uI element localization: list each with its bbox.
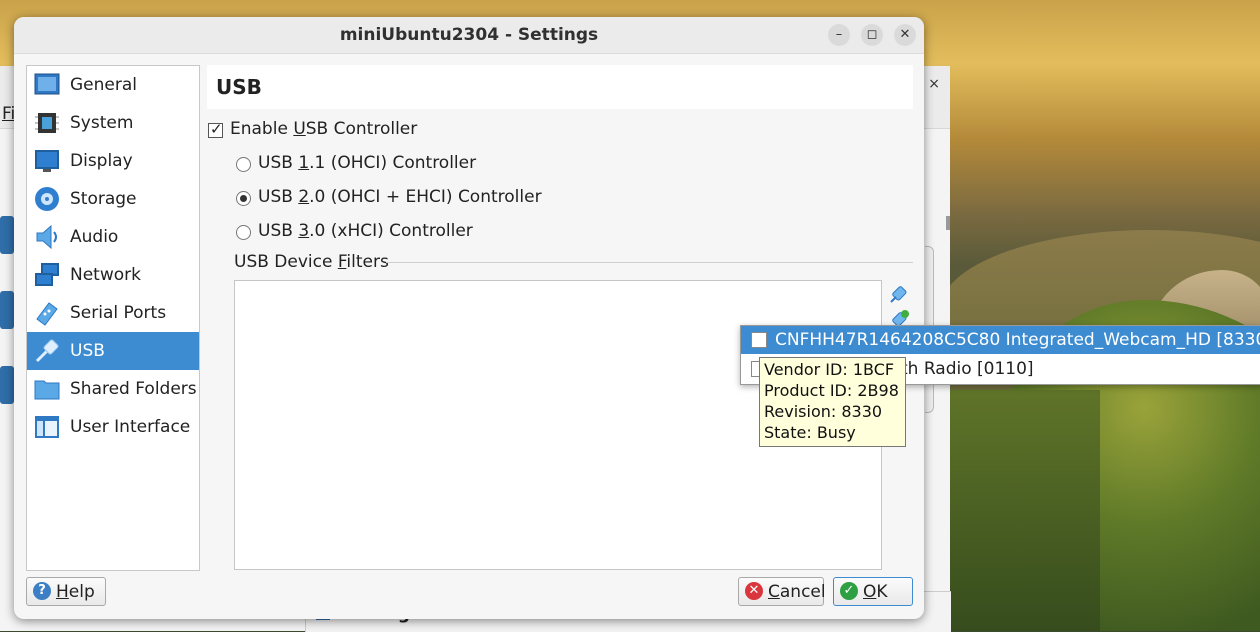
background-vm-item[interactable] <box>0 216 14 254</box>
general-icon <box>34 73 60 95</box>
help-icon: ? <box>33 582 51 600</box>
nav-item-serial-ports[interactable]: Serial Ports <box>27 294 199 332</box>
background-close-icon[interactable]: × <box>928 76 940 92</box>
ok-button[interactable]: ✓ OK <box>833 577 913 606</box>
cancel-icon: ✕ <box>745 582 763 600</box>
mnemonic: 2 <box>298 187 310 207</box>
help-button[interactable]: ? Help <box>26 577 106 606</box>
serial-port-icon <box>36 302 58 326</box>
checkmark-icon: ✓ <box>210 120 223 138</box>
label-text: .0 (xHCI) Controller <box>309 221 473 241</box>
label-text: USB Device <box>234 252 338 272</box>
label-text: .1 (OHCI) Controller <box>309 153 477 173</box>
usb1-label[interactable]: USB 1.1 (OHCI) Controller <box>258 153 476 173</box>
tooltip-product-id: Product ID: 2B98 <box>764 381 899 400</box>
menu-item-webcam[interactable]: CNFHH47R1464208C5C80 Integrated_Webcam_H… <box>741 326 1260 354</box>
label-text: USB <box>258 153 299 173</box>
nav-item-network[interactable]: Network <box>27 256 199 294</box>
menu-item-checkbox[interactable] <box>751 332 767 348</box>
mnemonic: 1 <box>298 153 310 173</box>
nav-item-label: Audio <box>70 227 119 247</box>
usb-device-filters-label: USB Device Filters <box>234 252 389 272</box>
mnemonic: 3 <box>298 221 310 241</box>
menu-item-label: th Radio [0110] <box>901 359 1034 379</box>
help-label: Help <box>56 582 95 602</box>
ok-check-icon: ✓ <box>840 582 858 600</box>
enable-usb-label[interactable]: Enable USB Controller <box>230 119 417 139</box>
disk-icon <box>35 187 59 211</box>
nav-item-label: Network <box>70 265 141 285</box>
nav-item-label: Shared Folders <box>70 379 197 399</box>
usb2-label[interactable]: USB 2.0 (OHCI + EHCI) Controller <box>258 187 542 207</box>
background-vm-item[interactable] <box>0 291 14 329</box>
settings-dialog: miniUbuntu2304 - Settings – ◻ ✕ General … <box>14 17 924 619</box>
label-text: USB <box>258 221 299 241</box>
mnemonic: U <box>293 119 306 139</box>
tooltip-revision: Revision: 8330 <box>764 402 883 421</box>
nav-item-storage[interactable]: Storage <box>27 180 199 218</box>
maximize-icon[interactable]: ◻ <box>861 24 883 46</box>
speaker-icon <box>36 224 57 250</box>
mnemonic: C <box>768 582 780 602</box>
network-icon <box>35 263 59 286</box>
wallpaper-foreground <box>940 390 1100 631</box>
close-icon[interactable]: ✕ <box>894 24 916 46</box>
label-text: .0 (OHCI + EHCI) Controller <box>309 187 542 207</box>
section-divider <box>386 262 913 263</box>
nav-item-label: General <box>70 75 137 95</box>
usb3-radio[interactable] <box>236 225 251 240</box>
nav-item-user-interface[interactable]: User Interface <box>27 408 199 446</box>
label-text: ilters <box>346 252 389 272</box>
usb1-radio[interactable] <box>236 157 251 172</box>
page-title: USB <box>216 75 262 99</box>
nav-item-shared-folders[interactable]: Shared Folders <box>27 370 199 408</box>
window-icon <box>35 416 59 438</box>
label-text: SB Controller <box>305 119 418 139</box>
background-vm-item[interactable] <box>0 366 14 404</box>
tooltip-vendor-id: Vendor ID: 1BCF <box>764 360 895 379</box>
label-text: ancel <box>779 582 826 602</box>
background-scrollbar[interactable] <box>946 216 950 230</box>
mnemonic: H <box>56 582 69 602</box>
nav-item-label: Storage <box>70 189 137 209</box>
settings-navigation: General System Display Storage Audio Net… <box>26 65 200 571</box>
ok-label: OK <box>863 582 888 602</box>
nav-item-usb[interactable]: USB <box>27 332 199 370</box>
nav-item-system[interactable]: System <box>27 104 199 142</box>
menu-item-label: CNFHH47R1464208C5C80 Integrated_Webcam_H… <box>775 330 1260 350</box>
usb2-radio[interactable] <box>236 191 251 206</box>
folder-icon <box>34 380 60 400</box>
monitor-icon <box>35 150 59 172</box>
tooltip-state: State: Busy <box>764 423 856 442</box>
device-tooltip: Vendor ID: 1BCF Product ID: 2B98 Revisio… <box>759 357 906 447</box>
nav-item-label: Serial Ports <box>70 303 167 323</box>
nav-item-label: System <box>70 113 134 133</box>
nav-item-label: User Interface <box>70 417 191 437</box>
nav-item-display[interactable]: Display <box>27 142 199 180</box>
usb3-label[interactable]: USB 3.0 (xHCI) Controller <box>258 221 473 241</box>
nav-item-general[interactable]: General <box>27 66 199 104</box>
mnemonic: O <box>863 582 877 602</box>
dialog-titlebar: miniUbuntu2304 - Settings – ◻ ✕ <box>14 17 924 54</box>
dialog-title: miniUbuntu2304 - Settings <box>339 25 599 45</box>
label-text: USB <box>258 187 299 207</box>
label-text: K <box>876 582 888 602</box>
cancel-label: Cancel <box>768 582 826 602</box>
label-text: Enable <box>230 119 294 139</box>
add-empty-filter-icon[interactable] <box>888 283 910 305</box>
enable-usb-checkbox[interactable]: ✓ <box>208 120 223 138</box>
nav-item-audio[interactable]: Audio <box>27 218 199 256</box>
nav-item-label: Display <box>70 151 133 171</box>
cancel-button[interactable]: ✕ Cancel <box>738 577 826 606</box>
usb-icon <box>35 339 59 363</box>
page-header: USB <box>207 65 913 109</box>
chip-icon <box>35 113 59 133</box>
nav-item-label: USB <box>70 341 105 361</box>
label-text: elp <box>68 582 95 602</box>
minimize-icon[interactable]: – <box>828 24 850 46</box>
